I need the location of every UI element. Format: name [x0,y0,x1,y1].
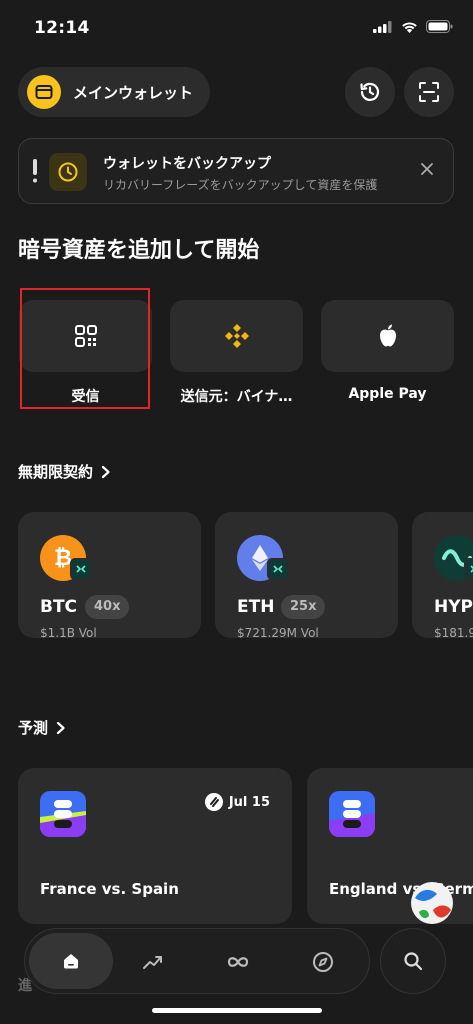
warning-icon [33,159,37,183]
perp-card-btc[interactable]: ₿ BTC 40x $1.1B Vol [18,512,201,638]
perps-title: 無期限契約 [18,463,94,481]
add-crypto-title: 暗号資産を追加して開始 [18,238,260,263]
wallet-icon [27,75,61,109]
search-button[interactable] [380,928,446,994]
binance-icon [224,324,249,348]
predictions-title: 予測 [18,719,49,737]
scan-icon [419,82,439,102]
status-icons [373,20,453,33]
nav-perps[interactable] [222,946,254,978]
coin-symbol: ETH [237,597,275,617]
scan-button[interactable] [404,67,454,117]
coin-symbol: BTC [40,597,78,617]
banner-subtitle: リカバリーフレーズをバックアップして資産を保護 [103,178,378,192]
send-from-binance-label[interactable]: 送信元：バイナ… [170,386,303,406]
chevron-right-icon [56,721,65,734]
bottom-navigation [24,928,370,994]
nav-home[interactable] [29,933,113,989]
home-icon [64,954,78,969]
clock-icon [49,153,87,191]
receive-highlight [20,288,150,409]
home-indicator[interactable] [152,1008,322,1013]
signal-icon [373,20,392,33]
perp-badge-icon [70,558,92,580]
compass-icon [313,952,333,972]
chevron-right-icon [101,465,110,478]
perp-badge-icon [464,558,473,580]
perps-link[interactable]: 無期限契約 [18,461,111,482]
status-time: 12:14 [34,18,90,38]
history-button[interactable] [345,67,395,117]
leverage-badge: 40x [85,595,130,619]
prediction-card-france-spain[interactable]: Jul 15 France vs. Spain [18,768,292,924]
apple-pay-label[interactable]: Apple Pay [321,386,454,402]
wallet-selector[interactable]: メインウォレット [18,67,210,117]
banner-title: ウォレットをバックアップ [103,156,271,172]
wifi-icon [402,21,417,33]
soccer-ball-icon[interactable] [409,880,455,926]
link-icon [204,793,223,811]
coin-volume: $721.29M Vol [237,626,319,638]
backup-banner[interactable]: ウォレットをバックアップ リカバリーフレーズをバックアップして資産を保護 [18,138,454,204]
infinity-icon [227,957,249,967]
history-icon [360,82,380,101]
wallet-name: メインウォレット [73,83,194,102]
coin-volume: $1.1B Vol [40,626,97,638]
close-icon[interactable] [417,159,437,179]
trending-up-icon [143,956,162,969]
apple-icon [379,324,396,347]
battery-icon [426,20,453,33]
search-icon [404,952,423,971]
prediction-logo-icon [40,791,86,837]
prediction-title: France vs. Spain [40,880,179,898]
prediction-logo-icon [329,791,375,837]
send-from-binance-button[interactable] [170,300,303,372]
perp-badge-icon [267,558,289,580]
coin-volume: $181.9 [434,626,473,638]
leverage-badge: 25x [281,595,326,619]
nav-markets[interactable] [137,946,169,978]
nav-explore[interactable] [307,946,339,978]
perp-card-eth[interactable]: ETH 25x $721.29M Vol [215,512,398,638]
prediction-date: Jul 15 [204,793,270,811]
perp-card-hyp[interactable]: HYP $181.9 [412,512,473,638]
coin-symbol: HYP [434,597,473,617]
apple-pay-button[interactable] [321,300,454,372]
predictions-link[interactable]: 予測 [18,717,66,738]
